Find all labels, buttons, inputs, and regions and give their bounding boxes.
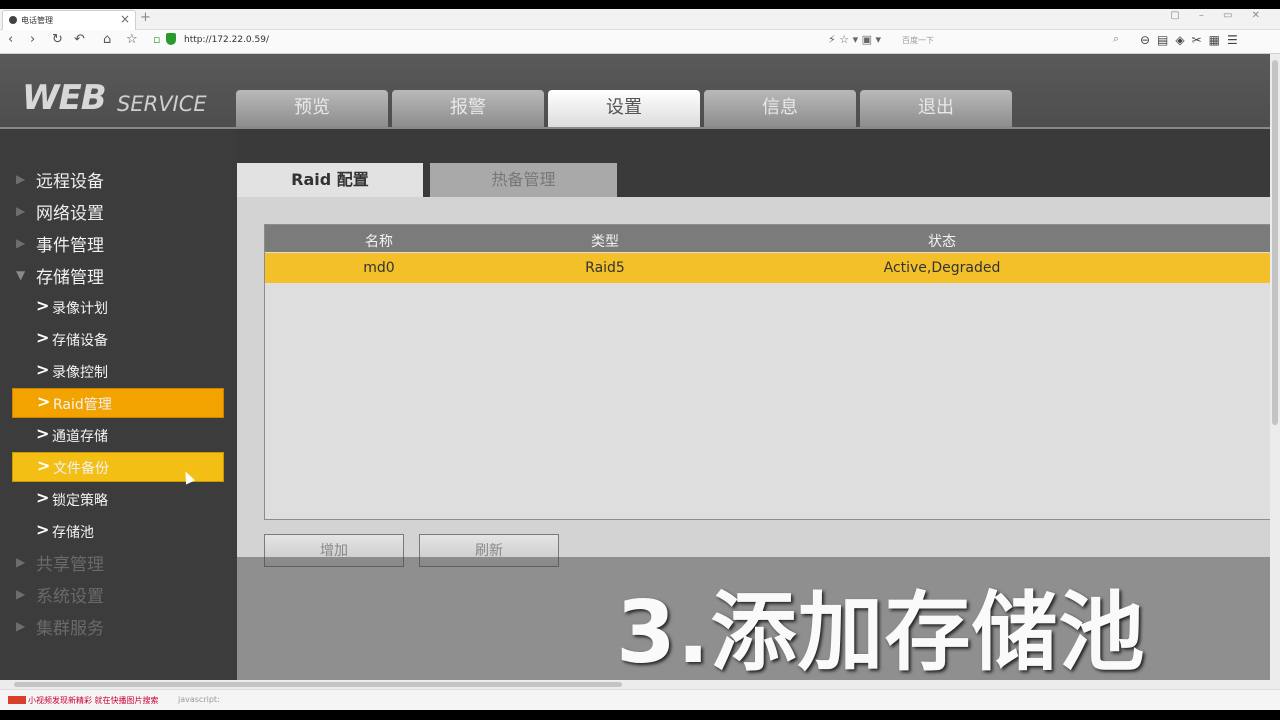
sidebar-label: 系统设置 bbox=[36, 587, 104, 607]
col-status: 状态 bbox=[928, 234, 956, 250]
subitem-label: 录像控制 bbox=[52, 365, 108, 381]
browser-tab-title: 电话管理 bbox=[21, 16, 53, 25]
tab-info[interactable]: 信息 bbox=[704, 90, 856, 127]
sidebar-subitem-raid[interactable]: > Raid管理 bbox=[12, 388, 224, 418]
sidebar-subitem-channel-storage[interactable]: > 通道存储 bbox=[12, 421, 224, 449]
subitem-label: Raid管理 bbox=[53, 397, 112, 413]
sidebar-label: 事件管理 bbox=[36, 236, 104, 256]
reload-icon[interactable]: ↻ bbox=[52, 32, 63, 47]
sidebar-subitem-record-control[interactable]: > 录像控制 bbox=[12, 357, 224, 385]
status-text: javascript: bbox=[178, 695, 220, 704]
sidebar-label: 集群服务 bbox=[36, 619, 104, 639]
browser-tab[interactable]: 电话管理 × bbox=[2, 10, 136, 30]
chevron-right-icon: > bbox=[36, 328, 50, 347]
subitem-label: 锁定策略 bbox=[52, 493, 108, 509]
triangle-right-icon: ▶ bbox=[16, 587, 26, 601]
triangle-right-icon: ▶ bbox=[16, 236, 26, 250]
sidebar: ▶ 远程设备 ▶ 网络设置 ▶ 事件管理 ▼ 存储管理 > 录像计划 > 存储设… bbox=[0, 129, 237, 680]
sidebar-item-cluster[interactable]: ▶ 集群服务 bbox=[0, 611, 237, 641]
sidebar-item-system[interactable]: ▶ 系统设置 bbox=[0, 579, 237, 609]
search-icon[interactable]: ⌕ bbox=[1113, 32, 1119, 46]
sidebar-subitem-lock-policy[interactable]: > 锁定策略 bbox=[12, 485, 224, 513]
cell-name: md0 bbox=[363, 260, 395, 276]
sidebar-label: 远程设备 bbox=[36, 172, 104, 192]
chevron-right-icon: > bbox=[36, 360, 50, 379]
cell-type: Raid5 bbox=[585, 260, 625, 276]
sidebar-label: 共享管理 bbox=[36, 555, 104, 575]
address-bar[interactable]: ▫ http://172.22.0.59/ ⚡ ☆ ▾ ▣ ▾ 百度一下 ⌕ bbox=[150, 32, 1130, 49]
logo-main: WEB bbox=[22, 78, 107, 118]
chevron-right-icon: > bbox=[37, 392, 51, 411]
shield-icon bbox=[166, 33, 176, 45]
col-type: 类型 bbox=[591, 234, 619, 250]
app-header: WEB SERVICE 预览 报警 设置 信息 退出 bbox=[0, 54, 1270, 129]
sidebar-subitem-record-plan[interactable]: > 录像计划 bbox=[12, 293, 224, 321]
sidebar-item-network[interactable]: ▶ 网络设置 bbox=[0, 196, 237, 226]
horizontal-scrollbar[interactable] bbox=[0, 680, 1280, 689]
logo-sub: SERVICE bbox=[117, 92, 207, 116]
table-header: 名称 类型 状态 bbox=[265, 225, 1271, 252]
star-icon[interactable]: ☆ bbox=[126, 32, 138, 47]
url-text[interactable]: http://172.22.0.59/ bbox=[184, 35, 269, 45]
back-icon[interactable]: ‹ bbox=[8, 32, 13, 47]
triangle-down-icon: ▼ bbox=[16, 268, 26, 282]
chevron-right-icon: > bbox=[36, 296, 50, 315]
raid-table: 名称 类型 状态 md0 Raid5 Active,Degraded bbox=[264, 224, 1271, 520]
subitem-label: 存储池 bbox=[52, 525, 94, 541]
forward-icon[interactable]: › bbox=[30, 32, 35, 47]
vertical-scroll-thumb[interactable] bbox=[1272, 60, 1278, 425]
triangle-right-icon: ▶ bbox=[16, 204, 26, 218]
tab-preview[interactable]: 预览 bbox=[236, 90, 388, 127]
horizontal-scroll-thumb[interactable] bbox=[14, 682, 622, 687]
window-controls[interactable]: ▢ – ▭ ✕ bbox=[1170, 10, 1268, 21]
toolbar-icons[interactable]: ⊖▤◈✂▦☰ bbox=[1140, 33, 1245, 47]
close-tab-icon[interactable]: × bbox=[120, 12, 130, 26]
browser-nav-bar: ‹ › ↻ ↶ ⌂ ☆ ▫ http://172.22.0.59/ ⚡ ☆ ▾ … bbox=[0, 30, 1280, 54]
favicon-icon bbox=[9, 16, 17, 24]
chevron-right-icon: > bbox=[36, 424, 50, 443]
table-row[interactable]: md0 Raid5 Active,Degraded bbox=[265, 253, 1271, 283]
video-caption: 3.添加存储池 bbox=[616, 583, 1146, 683]
browser-tab-bar: 电话管理 × + ▢ – ▭ ✕ bbox=[0, 9, 1280, 30]
bookmark-icons[interactable]: ⚡ ☆ ▾ ▣ ▾ bbox=[828, 33, 881, 46]
page-icon: ▫ bbox=[153, 33, 161, 46]
home-icon[interactable]: ⌂ bbox=[103, 32, 111, 47]
vertical-scrollbar[interactable] bbox=[1270, 54, 1280, 680]
triangle-right-icon: ▶ bbox=[16, 619, 26, 633]
sidebar-item-share[interactable]: ▶ 共享管理 bbox=[0, 547, 237, 577]
triangle-right-icon: ▶ bbox=[16, 172, 26, 186]
new-tab-icon[interactable]: + bbox=[140, 10, 151, 25]
tab-alarm[interactable]: 报警 bbox=[392, 90, 544, 127]
tab-raid-config[interactable]: Raid 配置 bbox=[237, 163, 423, 197]
subitem-label: 文件备份 bbox=[53, 461, 109, 477]
tab-hot-spare[interactable]: 热备管理 bbox=[430, 163, 617, 197]
sidebar-item-storage[interactable]: ▼ 存储管理 bbox=[0, 260, 237, 290]
status-news-link[interactable]: 小视频发现新精彩 就在快播图片搜索 bbox=[28, 695, 159, 706]
sidebar-subitem-storage-device[interactable]: > 存储设备 bbox=[12, 325, 224, 353]
tab-settings[interactable]: 设置 bbox=[548, 90, 700, 127]
subitem-label: 存储设备 bbox=[52, 333, 108, 349]
sidebar-label: 存储管理 bbox=[36, 268, 104, 288]
undo-icon[interactable]: ↶ bbox=[74, 32, 85, 47]
triangle-right-icon: ▶ bbox=[16, 555, 26, 569]
col-name: 名称 bbox=[365, 234, 393, 250]
chevron-right-icon: > bbox=[36, 488, 50, 507]
subitem-label: 通道存储 bbox=[52, 429, 108, 445]
cell-status: Active,Degraded bbox=[883, 260, 1001, 276]
chevron-right-icon: > bbox=[37, 456, 51, 475]
search-field[interactable]: 百度一下 bbox=[902, 35, 934, 46]
sidebar-subitem-storage-pool[interactable]: > 存储池 bbox=[12, 517, 224, 545]
browser-status-bar: 小视频发现新精彩 就在快播图片搜索 javascript: bbox=[0, 689, 1280, 710]
subitem-label: 录像计划 bbox=[52, 301, 108, 317]
chevron-right-icon: > bbox=[36, 520, 50, 539]
subtab-bar: Raid 配置 热备管理 bbox=[237, 129, 1270, 197]
news-badge-icon bbox=[8, 696, 26, 704]
sidebar-item-event[interactable]: ▶ 事件管理 bbox=[0, 228, 237, 258]
sidebar-label: 网络设置 bbox=[36, 204, 104, 224]
sidebar-item-remote-device[interactable]: ▶ 远程设备 bbox=[0, 164, 237, 194]
tab-logout[interactable]: 退出 bbox=[860, 90, 1012, 127]
